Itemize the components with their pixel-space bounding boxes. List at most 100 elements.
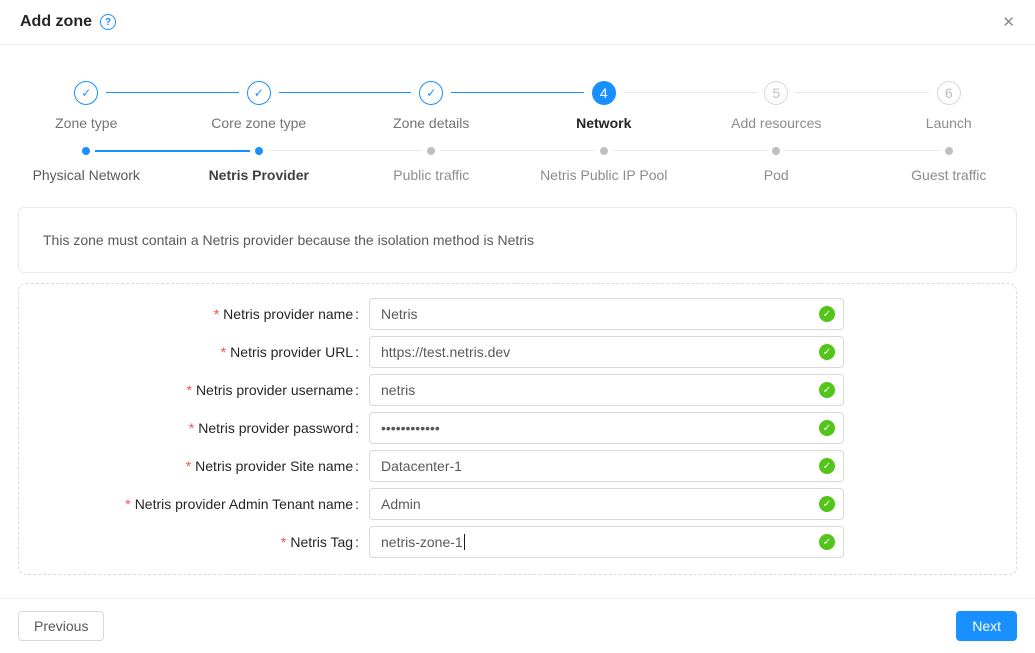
text-caret [464, 534, 465, 550]
valid-check-icon: ✓ [819, 306, 835, 322]
valid-check-icon: ✓ [819, 534, 835, 550]
field-label-text: Netris provider Site name [195, 458, 353, 474]
substep-label: Pod [764, 167, 789, 183]
form-row-netris-provider-admin-tenant-name: *Netris provider Admin Tenant name: Admin… [19, 488, 1016, 520]
required-asterisk: * [221, 344, 226, 360]
substep-connector [518, 150, 595, 151]
input-value: Netris [381, 306, 418, 322]
substep-dot [255, 147, 263, 155]
field-label-text: Netris Tag [290, 534, 353, 550]
substep-connector [863, 150, 940, 151]
substep-connector [785, 150, 862, 151]
step-connector [106, 92, 172, 93]
step-zone-type: ✓ Zone type [0, 81, 173, 131]
info-text: This zone must contain a Netris provider… [43, 232, 534, 248]
input-value: netris-zone-1 [381, 534, 463, 550]
network-substeps: Physical Network Netris Provider Public tr… [0, 147, 1035, 183]
valid-check-icon: ✓ [819, 420, 835, 436]
field-label: *Netris provider username: [19, 382, 359, 398]
substep-label: Public traffic [393, 167, 469, 183]
input-netris-provider-site-name[interactable]: Datacenter-1✓ [369, 450, 844, 482]
field-label: *Netris provider password: [19, 420, 359, 436]
substep-netris-provider: Netris Provider [173, 147, 346, 183]
step-connector [690, 92, 756, 93]
input-wrapper: Datacenter-1✓ [369, 450, 844, 482]
step-label: Zone type [55, 115, 117, 131]
field-colon: : [355, 306, 359, 322]
dialog-footer: Previous Next [0, 598, 1035, 653]
form-row-netris-provider-password: *Netris provider password: ••••••••••••✓ [19, 412, 1016, 444]
field-label-text: Netris provider username [196, 382, 353, 398]
step-connector [279, 92, 345, 93]
step-label: Network [576, 115, 631, 131]
step-connector [624, 92, 690, 93]
valid-check-icon: ✓ [819, 382, 835, 398]
substep-connector [95, 150, 172, 152]
field-colon: : [355, 382, 359, 398]
required-asterisk: * [125, 496, 130, 512]
required-asterisk: * [214, 306, 219, 322]
field-colon: : [355, 344, 359, 360]
dialog-title: Add zone [20, 13, 92, 31]
field-label: *Netris provider name: [19, 306, 359, 322]
substep-connector [613, 150, 690, 151]
input-netris-tag[interactable]: netris-zone-1 ✓ [369, 526, 844, 558]
substep-public-traffic: Public traffic [345, 147, 518, 183]
step-number: 5 [764, 81, 788, 105]
field-colon: : [355, 458, 359, 474]
step-connector [863, 92, 929, 93]
info-box: This zone must contain a Netris provider… [18, 207, 1017, 273]
input-netris-provider-name[interactable]: Netris ✓ [369, 298, 844, 330]
field-label: *Netris provider URL: [19, 344, 359, 360]
input-value: https://test.netris.dev [381, 344, 510, 360]
input-netris-provider-username[interactable]: netris✓ [369, 374, 844, 406]
substep-dot [772, 147, 780, 155]
step-check-icon: ✓ [247, 81, 271, 105]
step-network: 4 Network [518, 81, 691, 131]
input-wrapper: Admin✓ [369, 488, 844, 520]
field-label: *Netris provider Admin Tenant name: [19, 496, 359, 512]
form-row-netris-provider-username: *Netris provider username: netris✓ [19, 374, 1016, 406]
substep-label: Physical Network [33, 167, 140, 183]
step-check-icon: ✓ [74, 81, 98, 105]
input-netris-provider-url[interactable]: https://test.netris.dev ✓ [369, 336, 844, 368]
field-label: *Netris provider Site name: [19, 458, 359, 474]
substep-pod: Pod [690, 147, 863, 183]
step-connector [518, 92, 584, 93]
input-wrapper: netris-zone-1 ✓ [369, 526, 844, 558]
input-wrapper: netris✓ [369, 374, 844, 406]
valid-check-icon: ✓ [819, 344, 835, 360]
substep-connector [173, 150, 250, 152]
step-connector [451, 92, 517, 93]
step-number: 6 [937, 81, 961, 105]
close-icon[interactable]: ✕ [1002, 15, 1015, 30]
substep-guest-traffic: Guest traffic [863, 147, 1035, 183]
required-asterisk: * [186, 458, 191, 474]
input-netris-provider-password[interactable]: ••••••••••••✓ [369, 412, 844, 444]
field-colon: : [355, 420, 359, 436]
required-asterisk: * [281, 534, 286, 550]
substep-physical-network: Physical Network [0, 147, 173, 183]
field-colon: : [355, 496, 359, 512]
form-row-netris-provider-url: *Netris provider URL: https://test.netris… [19, 336, 1016, 368]
previous-button[interactable]: Previous [18, 611, 104, 641]
step-number: 4 [592, 81, 616, 105]
step-label: Add resources [731, 115, 821, 131]
dialog-header: Add zone ? ✕ [0, 0, 1035, 45]
substep-connector [268, 150, 345, 151]
step-zone-details: ✓Zone details [345, 81, 518, 131]
help-icon[interactable]: ? [100, 14, 116, 30]
next-button[interactable]: Next [956, 611, 1017, 641]
input-wrapper: Netris ✓ [369, 298, 844, 330]
step-core-zone-type: ✓ Core zone type [173, 81, 346, 131]
step-label: Core zone type [211, 115, 306, 131]
field-label-text: Netris provider name [223, 306, 353, 322]
step-connector [796, 92, 862, 93]
step-label: Zone details [393, 115, 469, 131]
field-label: *Netris Tag: [19, 534, 359, 550]
input-wrapper: ••••••••••••✓ [369, 412, 844, 444]
input-netris-provider-admin-tenant-name[interactable]: Admin✓ [369, 488, 844, 520]
input-value: Datacenter-1 [381, 458, 462, 474]
required-asterisk: * [189, 420, 194, 436]
substep-dot [600, 147, 608, 155]
